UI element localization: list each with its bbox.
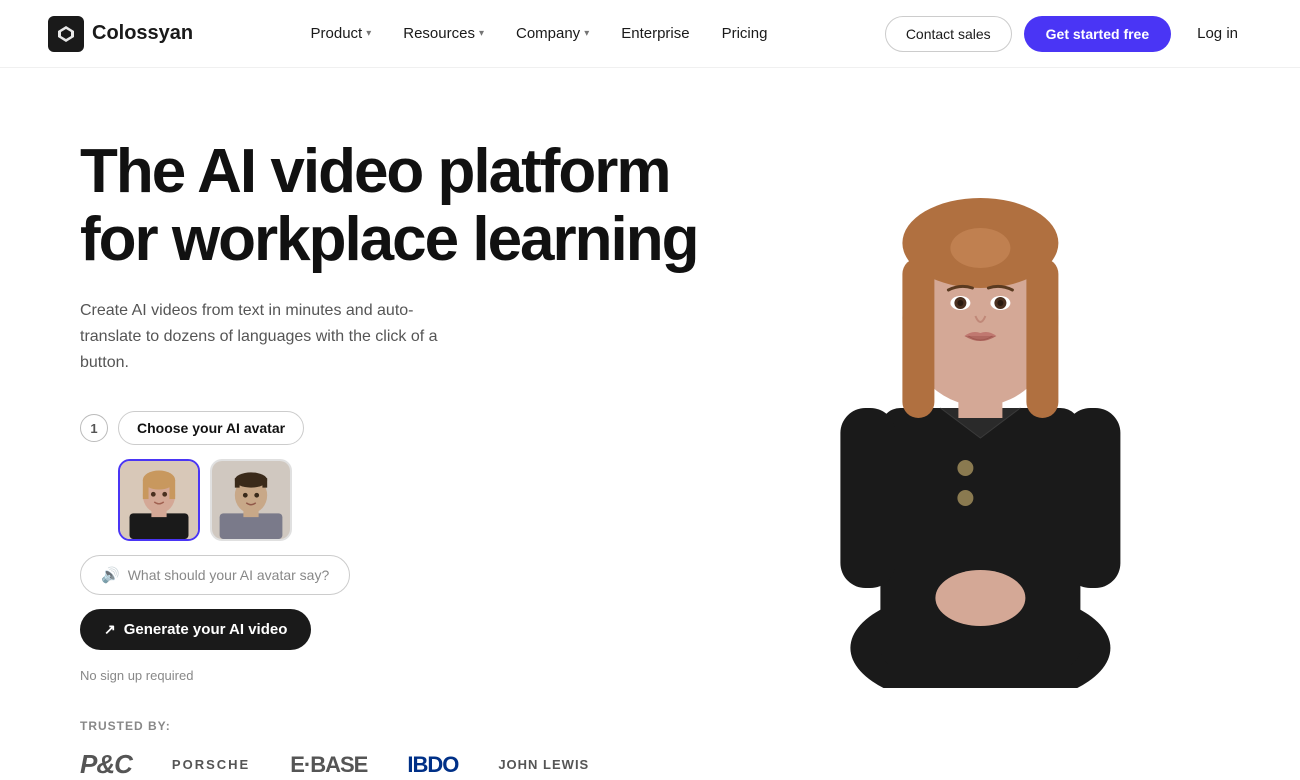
logo-svg xyxy=(56,24,76,44)
contact-sales-button[interactable]: Contact sales xyxy=(885,16,1012,52)
avatar-1[interactable] xyxy=(118,459,200,541)
avatar-2-image xyxy=(212,461,290,539)
nav-actions: Contact sales Get started free Log in xyxy=(885,16,1252,52)
logo-john-lewis: JOHN LEWIS xyxy=(498,757,589,772)
logo-icon xyxy=(48,16,84,52)
no-signup-text: No sign up required xyxy=(80,668,700,683)
logo-pg: P&C xyxy=(80,749,132,780)
get-started-button[interactable]: Get started free xyxy=(1024,16,1171,52)
hero-widget: 1 Choose your AI avatar xyxy=(80,411,700,683)
avatar-text-input[interactable]: 🔊 What should your AI avatar say? xyxy=(80,555,350,595)
step3-row: ↗ Generate your AI video xyxy=(80,609,700,650)
hero-left: The AI video platform for workplace lear… xyxy=(80,128,700,780)
avatar-2[interactable] xyxy=(210,459,292,541)
logo-ebase: E·BASE xyxy=(290,752,367,778)
trusted-section: TRUSTED BY: P&C PORSCHE E·BASE IBDO JOHN… xyxy=(80,683,700,780)
external-link-icon: ↗ xyxy=(104,621,116,638)
step1-label: Choose your AI avatar xyxy=(118,411,304,445)
step1-row: 1 Choose your AI avatar xyxy=(80,411,700,445)
nav-enterprise[interactable]: Enterprise xyxy=(607,17,703,50)
hero-title: The AI video platform for workplace lear… xyxy=(80,138,700,274)
logo-link[interactable]: Colossyan xyxy=(48,16,193,52)
trusted-label: TRUSTED BY: xyxy=(80,719,700,733)
chevron-down-icon: ▾ xyxy=(479,28,484,39)
microphone-icon: 🔊 xyxy=(101,566,120,584)
nav-pricing[interactable]: Pricing xyxy=(708,17,782,50)
nav-company[interactable]: Company ▾ xyxy=(502,17,603,50)
chevron-down-icon: ▾ xyxy=(584,28,589,39)
logo-ibdo: IBDO xyxy=(407,752,458,778)
avatars-row xyxy=(118,459,700,541)
trusted-logos: P&C PORSCHE E·BASE IBDO JOHN LEWIS xyxy=(80,749,700,780)
hero-right xyxy=(741,128,1220,688)
nav-links: Product ▾ Resources ▾ Company ▾ Enterpri… xyxy=(297,17,782,50)
nav-resources[interactable]: Resources ▾ xyxy=(389,17,498,50)
avatar-1-image xyxy=(120,461,198,539)
hero-subtitle: Create AI videos from text in minutes an… xyxy=(80,298,460,375)
generate-video-button[interactable]: ↗ Generate your AI video xyxy=(80,609,311,650)
logo-text: Colossyan xyxy=(92,22,193,45)
hero-person-image xyxy=(741,128,1220,688)
step1-number: 1 xyxy=(80,414,108,442)
navigation: Colossyan Product ▾ Resources ▾ Company … xyxy=(0,0,1300,68)
logo-porsche: PORSCHE xyxy=(172,757,250,772)
login-button[interactable]: Log in xyxy=(1183,16,1252,51)
hero-section: The AI video platform for workplace lear… xyxy=(0,68,1300,780)
chevron-down-icon: ▾ xyxy=(366,28,371,39)
nav-product[interactable]: Product ▾ xyxy=(297,17,386,50)
step2-row: 🔊 What should your AI avatar say? xyxy=(80,555,700,595)
